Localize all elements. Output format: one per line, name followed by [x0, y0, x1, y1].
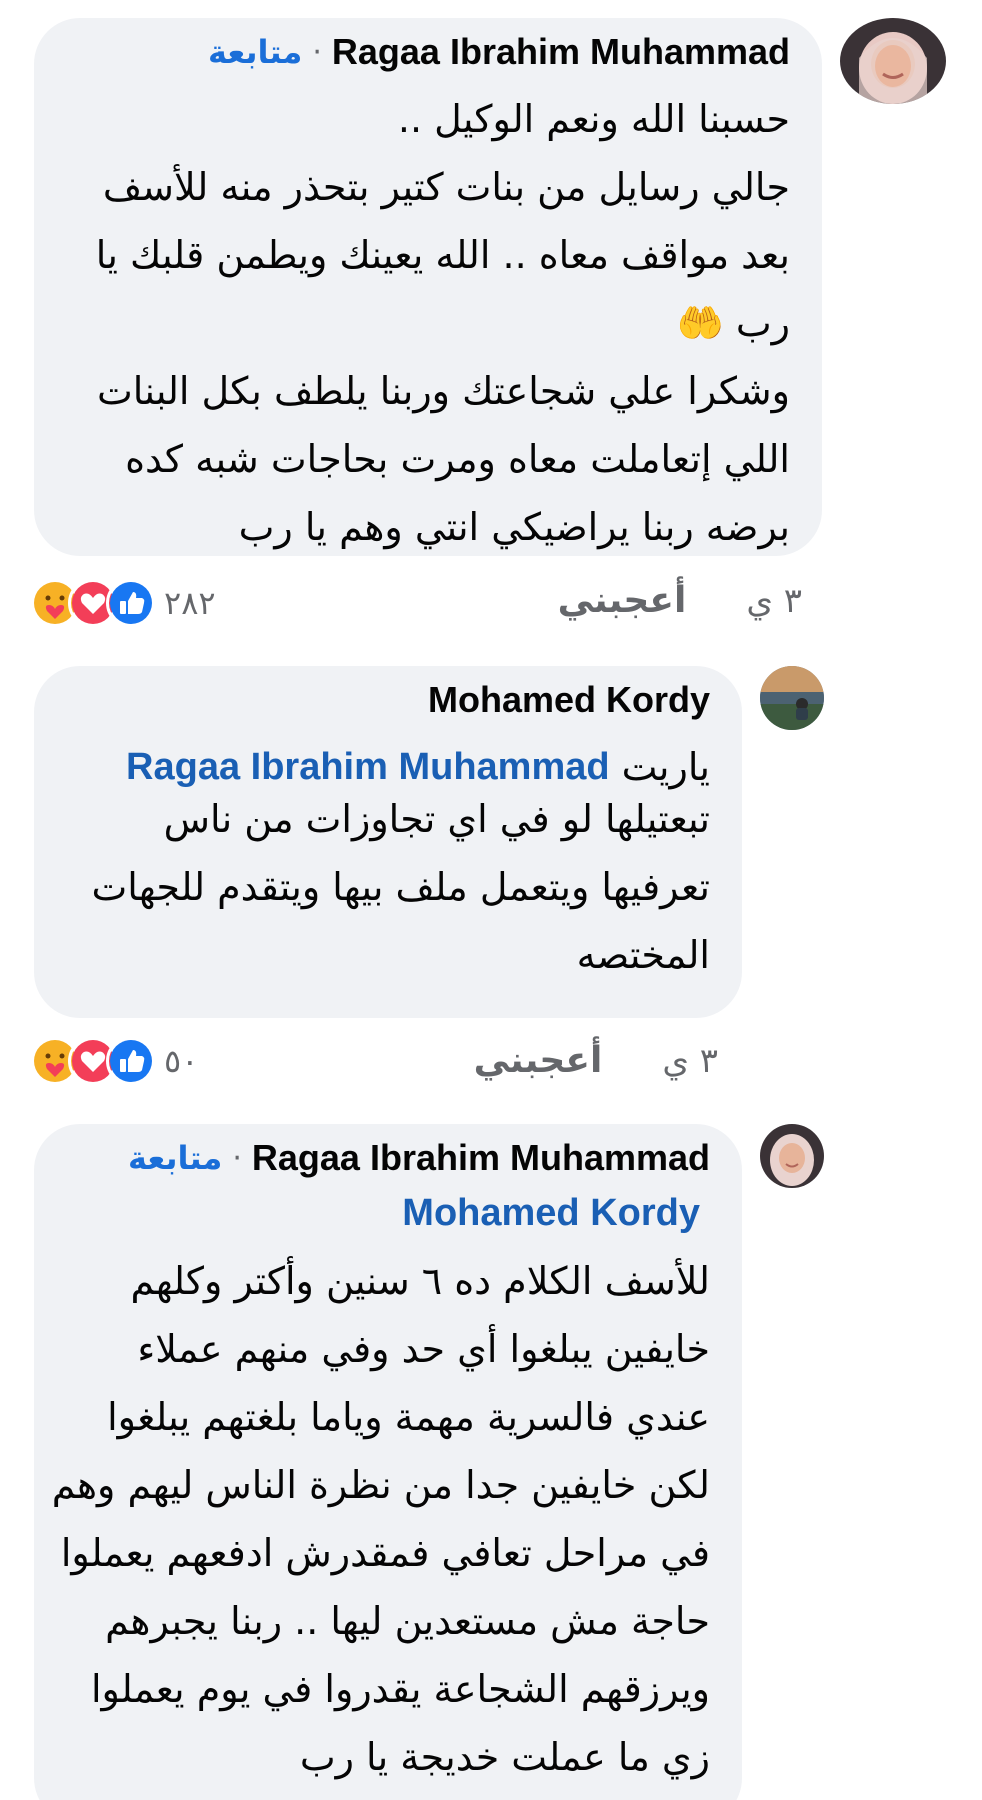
timestamp[interactable]: ٣ ي [746, 581, 802, 621]
comment-text-line: جالي رسايل من بنات كتير بتحذر منه للأسف [102, 165, 790, 209]
comment-text-line: في مراحل تعافي فمقدرش ادفعهم يعملوا [60, 1531, 710, 1575]
comment-text-line: زي ما عملت خديجة يا رب [299, 1735, 710, 1779]
like-button[interactable]: أعجبني [474, 1040, 603, 1081]
comment-text-line: تبعتيلها لو في اي تجاوزات من ناس [163, 797, 710, 841]
comment-text-line: عندي فالسرية مهمة وياما بلغتهم يبلغوا [107, 1395, 710, 1439]
comment-bubble: Ragaa Ibrahim Muhammad · متابعة حسبنا ال… [34, 18, 822, 556]
comment-header: Ragaa Ibrahim Muhammad · متابعة [66, 1136, 710, 1180]
comment-header: Mohamed Kordy [66, 678, 710, 722]
like-icon [106, 1036, 156, 1086]
mention-link[interactable]: Mohamed Kordy [402, 1194, 700, 1254]
comment-actions: ٣ ي أعجبني [558, 580, 802, 621]
reaction-count: ٢٨٢ [164, 584, 216, 622]
comments-thread: Ragaa Ibrahim Muhammad · متابعة حسبنا ال… [0, 0, 982, 1800]
comment-text-line: حسبنا الله ونعم الوكيل .. [397, 97, 790, 141]
author-name[interactable]: Ragaa Ibrahim Muhammad [252, 1137, 710, 1179]
comment-bubble: Mohamed Kordy ياريت Ragaa Ibrahim Muhamm… [34, 666, 742, 1018]
avatar[interactable] [760, 1124, 824, 1188]
comment-actions: ٣ ي أعجبني [474, 1040, 718, 1081]
separator-dot: · [232, 1140, 242, 1176]
timestamp[interactable]: ٣ ي [662, 1041, 718, 1081]
like-button[interactable]: أعجبني [558, 580, 687, 621]
comment-text-line: لكن خايفين جدا من نظرة الناس ليهم وهم [51, 1463, 710, 1507]
mention-link[interactable]: Ragaa Ibrahim Muhammad [126, 748, 610, 786]
author-name[interactable]: Ragaa Ibrahim Muhammad [332, 31, 790, 73]
author-name[interactable]: Mohamed Kordy [428, 679, 710, 721]
reactions-summary[interactable]: ٢٨٢ [30, 578, 216, 628]
comment-text-line: ياريت Ragaa Ibrahim Muhammad [66, 734, 710, 800]
mention-prefix: ياريت [621, 745, 710, 789]
comment-text-line: خايفين يبلغوا أي حد وفي منهم عملاء [137, 1327, 710, 1371]
comment-text-line: المختصه [576, 933, 710, 977]
comment-text-line: رب 🤲 [676, 301, 790, 345]
comment-text-line: برضه ربنا يراضيكي انتي وهم يا رب [238, 505, 790, 549]
reactions-summary[interactable]: ٥٠ [30, 1036, 198, 1086]
avatar[interactable] [760, 666, 824, 730]
comment-text-line: بعد مواقف معاه .. الله يعينك ويطمن قلبك … [95, 233, 790, 277]
reaction-count: ٥٠ [164, 1042, 199, 1080]
comment-text-line: حاجة مش مستعدين ليها .. ربنا يجبرهم [105, 1599, 710, 1643]
comment-header: Ragaa Ibrahim Muhammad · متابعة [66, 30, 790, 74]
follow-button[interactable]: متابعة [128, 1139, 222, 1177]
separator-dot: · [312, 34, 322, 70]
comment-text-line: Mohamed Kordy [66, 1194, 710, 1254]
comment-text-line: اللي إتعاملت معاه ومرت بحاجات شبه كده [125, 437, 790, 481]
comment-text-line: تعرفيها ويتعمل ملف بيها ويتقدم للجهات [91, 865, 710, 909]
like-icon [106, 578, 156, 628]
avatar[interactable] [840, 18, 946, 104]
comment-bubble: Ragaa Ibrahim Muhammad · متابعة Mohamed … [34, 1124, 742, 1800]
comment-text-line: وشكرا علي شجاعتك وربنا يلطف بكل البنات [97, 369, 790, 413]
comment-text-line: للأسف الكلام ده ٦ سنين وأكتر وكلهم [130, 1259, 710, 1303]
comment-text-line: ويرزقهم الشجاعة يقدروا في يوم يعملوا [90, 1667, 710, 1711]
follow-button[interactable]: متابعة [208, 33, 302, 71]
